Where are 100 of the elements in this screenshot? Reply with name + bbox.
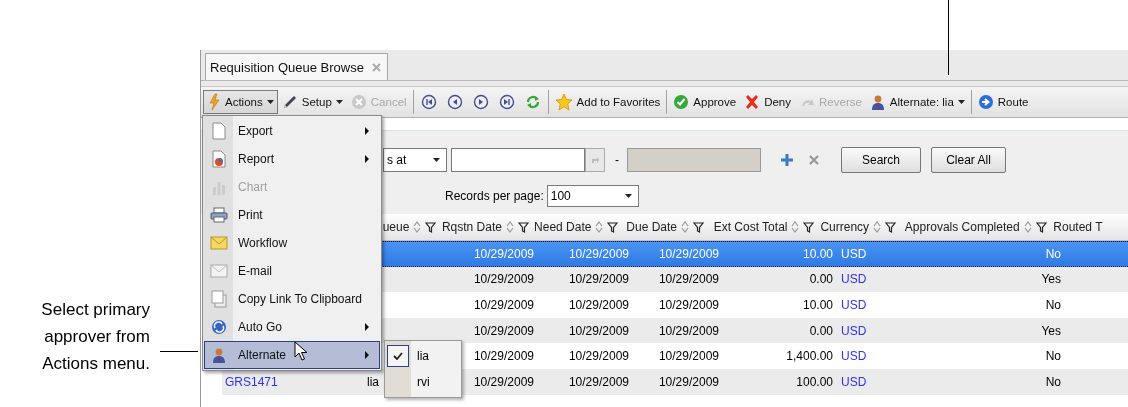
printer-icon <box>210 207 228 223</box>
currency-link[interactable]: USD <box>841 272 867 287</box>
filter-icon <box>607 221 619 233</box>
refresh-circle-icon <box>211 319 227 335</box>
remove-icon <box>809 155 819 165</box>
menu-item[interactable]: Report <box>204 145 380 173</box>
close-icon <box>371 62 381 72</box>
table-cell: 0.00 <box>809 323 833 338</box>
pencil-icon <box>281 94 298 110</box>
caret-icon <box>957 100 965 104</box>
clear-all-button[interactable]: Clear All <box>931 147 1006 173</box>
filter-icon <box>425 221 437 233</box>
table-cell: 10/29/2009 <box>568 298 629 312</box>
table-cell: 10/29/2009 <box>658 298 719 312</box>
sort-icon <box>791 221 800 233</box>
submenu-item[interactable]: rvi <box>387 369 459 395</box>
column-header[interactable]: Need Date <box>534 220 592 234</box>
first-page-icon <box>420 94 437 110</box>
table-cell: 10/29/2009 <box>658 272 719 287</box>
column-header[interactable]: Rqstn Date <box>441 220 502 234</box>
operator-dropdown[interactable]: s at <box>383 148 447 172</box>
table-cell: 10/29/2009 <box>568 246 629 261</box>
sort-icon <box>1023 221 1032 233</box>
table-cell: lia <box>367 374 379 389</box>
caret-icon <box>433 158 440 162</box>
filter-icon <box>517 221 529 233</box>
menu-item[interactable]: Alternate <box>204 341 380 369</box>
column-header[interactable]: Due Date <box>626 220 677 234</box>
cancel-icon <box>350 94 367 110</box>
bolt-icon <box>207 93 221 111</box>
menu-item[interactable]: Export <box>204 117 380 145</box>
filter-icon <box>693 221 704 233</box>
filter-icon <box>803 221 815 233</box>
table-cell: 10/29/2009 <box>658 323 719 338</box>
table-cell: 10/29/2009 <box>473 349 534 364</box>
table-cell: 10/29/2009 <box>658 246 719 261</box>
table-cell: 10/29/2009 <box>658 374 719 389</box>
sort-icon <box>873 221 882 233</box>
toolbar-button[interactable]: Deny <box>740 90 796 114</box>
table-cell: 10/29/2009 <box>473 272 534 287</box>
table-cell: 10/29/2009 <box>568 272 629 287</box>
deny-cross-icon <box>744 94 761 110</box>
callout-text: Select primary approver from Actions menu. <box>40 299 150 375</box>
table-cell: 10/29/2009 <box>568 349 629 364</box>
table-cell: 10.00 <box>802 246 833 261</box>
last-page-icon <box>498 94 515 110</box>
menu-button[interactable]: Alternate: lia <box>865 90 969 114</box>
toolbar-button[interactable]: Approve <box>669 90 741 114</box>
caret-icon <box>624 194 632 198</box>
refresh-icon <box>524 94 541 110</box>
copy-pages-icon <box>210 290 228 308</box>
sort-icon <box>681 221 689 233</box>
document-icon <box>211 122 227 140</box>
table-cell: 10/29/2009 <box>473 298 534 312</box>
toolbar-button[interactable]: Add to Favorites <box>550 90 665 114</box>
column-header[interactable]: Routed T <box>1053 220 1103 234</box>
currency-link[interactable]: USD <box>841 246 867 261</box>
filter-icon <box>1035 221 1047 233</box>
previous-page-icon <box>446 94 463 110</box>
tab[interactable]: Requisition Queue Browse <box>205 53 388 80</box>
requisition-link[interactable]: GRS1471 <box>225 374 278 389</box>
currency-link[interactable]: USD <box>841 323 867 338</box>
records-per-page-label: Records per page: <box>445 189 544 203</box>
leader-line <box>160 351 198 352</box>
star-icon <box>554 93 573 111</box>
add-icon <box>781 154 793 166</box>
submenu-item[interactable]: lia <box>387 343 459 369</box>
table-cell: No <box>1045 374 1061 389</box>
search-button[interactable]: Search <box>841 147 921 173</box>
table-cell: 0.00 <box>809 272 833 287</box>
column-header[interactable]: Approvals Completed <box>904 220 1020 234</box>
column-header[interactable]: Ext Cost Total <box>713 220 788 234</box>
records-per-page-dropdown[interactable]: 100 <box>546 185 639 207</box>
currency-link[interactable]: USD <box>841 298 867 312</box>
person-icon <box>869 94 886 110</box>
currency-link[interactable]: USD <box>841 374 867 389</box>
menu-item[interactable]: Print <box>204 201 380 229</box>
table-cell: No <box>1045 246 1061 261</box>
sort-icon <box>505 221 514 233</box>
column-header[interactable]: ueue <box>382 220 410 234</box>
toolbar-button[interactable]: Route <box>973 90 1033 114</box>
table-cell: 10/29/2009 <box>568 323 629 338</box>
table-cell: 1,400.00 <box>786 349 833 364</box>
person-icon <box>211 347 227 363</box>
table-cell: No <box>1045 349 1061 364</box>
column-header[interactable]: Currency <box>820 220 870 234</box>
menu-button[interactable]: Setup <box>277 90 347 114</box>
menu-button[interactable]: Actions <box>203 90 278 114</box>
table-cell: Yes <box>1041 272 1061 287</box>
envelope-icon <box>210 236 228 250</box>
table-cell: Yes <box>1041 323 1061 338</box>
envelope-icon <box>210 264 228 278</box>
sort-icon <box>413 221 422 233</box>
search-field[interactable] <box>451 148 585 172</box>
filter-icon <box>885 221 897 233</box>
checkmark-icon <box>393 352 403 360</box>
range-dash: - <box>615 153 619 167</box>
currency-link[interactable]: USD <box>841 349 867 364</box>
caret-icon <box>266 100 274 104</box>
table-cell: No <box>1045 298 1061 312</box>
